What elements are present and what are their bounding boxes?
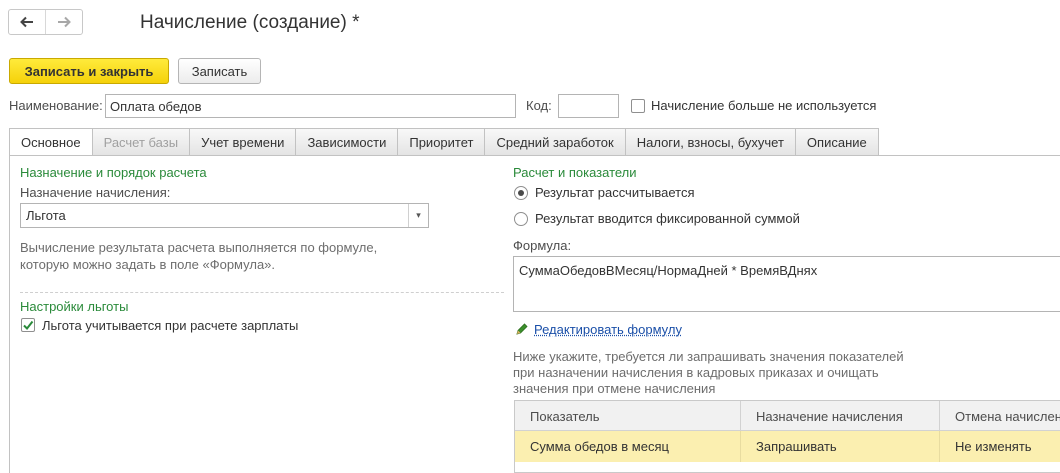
column-header-assignment[interactable]: Назначение начисления [741,401,940,431]
tab-priority[interactable]: Приоритет [398,128,485,156]
tab-main[interactable]: Основное [9,128,93,156]
purpose-group-title: Назначение и порядок расчета [20,165,207,180]
chevron-down-icon[interactable]: ▾ [408,204,428,227]
name-field[interactable]: Оплата обедов [105,94,516,118]
save-and-close-button[interactable]: Записать и закрыть [9,58,169,84]
purpose-select[interactable]: Льгота ▾ [20,203,429,228]
calculation-group-title: Расчет и показатели [513,165,637,180]
name-value: Оплата обедов [110,99,202,114]
cell-assignment[interactable]: Запрашивать [741,431,940,462]
indicators-table: Показатель Назначение начисления Отмена … [514,400,1060,473]
back-button[interactable] [9,10,45,34]
tab-bar: Основное Расчет базы Учет времени Зависи… [9,128,879,156]
name-label: Наименование: [9,98,103,113]
unused-checkbox[interactable] [631,99,645,113]
formula-hint-line2: которую можно задать в поле «Формула». [20,256,275,273]
tab-taxes-accounting[interactable]: Налоги, взносы, бухучет [626,128,796,156]
edit-formula-link[interactable]: Редактировать формулу [534,322,682,337]
unused-checkbox-label[interactable]: Начисление больше не используется [651,98,876,113]
tab-dependencies[interactable]: Зависимости [296,128,398,156]
tab-base-calculation[interactable]: Расчет базы [93,128,191,156]
radio-calculated-label[interactable]: Результат рассчитывается [535,185,695,200]
benefit-group-title: Настройки льготы [20,299,128,314]
radio-calculated[interactable] [514,186,528,200]
arrow-right-icon [57,16,71,28]
save-button[interactable]: Записать [178,58,261,84]
formula-field[interactable]: СуммаОбедовВМесяц/НормаДней * ВремяВДнях [513,256,1060,312]
checkmark-icon [22,319,34,331]
radio-fixed-label[interactable]: Результат вводится фиксированной суммой [535,211,800,226]
navigation-buttons [8,9,83,35]
cell-cancellation[interactable]: Не изменять [940,431,1060,462]
tab-time-accounting[interactable]: Учет времени [190,128,296,156]
purpose-label: Назначение начисления: [20,185,170,200]
indicators-hint-line3: значения при отмене начисления [513,380,715,397]
panel-border [9,155,10,473]
page-title: Начисление (создание) * [140,12,360,34]
indicators-hint-line2: при назначении начисления в кадровых при… [513,364,879,381]
purpose-value: Льгота [26,208,66,223]
radio-fixed[interactable] [514,212,528,226]
column-header-cancellation[interactable]: Отмена начисления [940,401,1060,431]
tab-divider [9,155,1060,156]
formula-hint-line1: Вычисление результата расчета выполняетс… [20,239,377,256]
table-header: Показатель Назначение начисления Отмена … [515,401,1060,431]
code-label: Код: [526,98,552,113]
formula-label: Формула: [513,238,571,253]
tab-description[interactable]: Описание [796,128,879,156]
arrow-left-icon [20,16,34,28]
forward-button[interactable] [45,10,82,34]
divider [20,292,504,293]
pencil-icon[interactable] [515,322,529,339]
indicators-hint-line1: Ниже укажите, требуется ли запрашивать з… [513,348,904,365]
cell-indicator[interactable]: Сумма обедов в месяц [515,431,741,462]
benefit-checkbox-label[interactable]: Льгота учитывается при расчете зарплаты [42,318,298,333]
table-row[interactable]: Сумма обедов в месяц Запрашивать Не изме… [515,431,1060,462]
tab-average-earnings[interactable]: Средний заработок [485,128,625,156]
benefit-checkbox[interactable] [21,318,35,332]
code-field[interactable] [558,94,619,118]
column-header-indicator[interactable]: Показатель [515,401,741,431]
